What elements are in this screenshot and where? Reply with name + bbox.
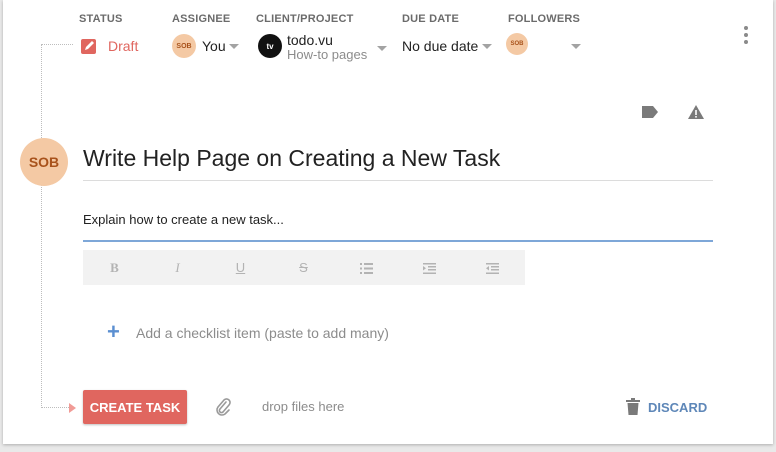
client-project-label: CLIENT/PROJECT [256, 13, 354, 25]
client-logo: tv [258, 34, 282, 58]
checklist-input[interactable]: Add a checklist item (paste to add many) [136, 325, 389, 341]
underline-button[interactable]: U [209, 260, 272, 275]
formatting-toolbar: B I U S [83, 250, 525, 285]
paperclip-icon[interactable] [214, 398, 232, 416]
assignee-avatar: SOB [172, 34, 196, 58]
more-vertical-icon[interactable] [744, 26, 750, 46]
status-value: Draft [108, 38, 139, 54]
indent-icon [423, 263, 436, 275]
bold-button[interactable]: B [83, 260, 146, 276]
creator-avatar: SOB [20, 138, 68, 186]
project-value: How-to pages [287, 47, 368, 62]
tag-icon[interactable] [641, 105, 659, 119]
plus-icon: + [107, 319, 120, 344]
drop-files-zone[interactable]: drop files here [262, 399, 344, 414]
discard-label: DISCARD [648, 400, 708, 415]
timeline-line [41, 44, 42, 408]
bullet-list-icon [360, 263, 373, 275]
trash-icon [626, 398, 640, 415]
due-date-value: No due date [402, 38, 479, 54]
create-task-button[interactable]: CREATE TASK [83, 390, 187, 424]
due-date-label: DUE DATE [402, 13, 460, 25]
chevron-down-icon [482, 44, 492, 49]
follower-avatar: SOB [506, 33, 528, 55]
timeline-arrow-icon [69, 403, 76, 413]
timeline-connector-top [41, 44, 73, 45]
bullet-list-button[interactable] [335, 260, 398, 275]
warning-icon[interactable] [687, 104, 705, 120]
followers-label: FOLLOWERS [508, 13, 581, 25]
strikethrough-button[interactable]: S [272, 260, 335, 275]
client-value: todo.vu [287, 32, 333, 48]
edit-icon [81, 39, 96, 54]
task-title-input[interactable]: Write Help Page on Creating a New Task [83, 145, 713, 181]
assignee-value: You [202, 38, 226, 54]
status-label: STATUS [79, 13, 123, 25]
outdent-button[interactable] [461, 260, 524, 275]
italic-button[interactable]: I [146, 260, 209, 276]
new-task-card: STATUS ASSIGNEE CLIENT/PROJECT DUE DATE … [3, 0, 773, 444]
chevron-down-icon [571, 44, 581, 49]
chevron-down-icon [229, 44, 239, 49]
outdent-icon [486, 263, 499, 275]
assignee-label: ASSIGNEE [172, 13, 231, 25]
task-description-input[interactable]: Explain how to create a new task... [83, 212, 713, 242]
indent-button[interactable] [398, 260, 461, 275]
chevron-down-icon [377, 46, 387, 51]
